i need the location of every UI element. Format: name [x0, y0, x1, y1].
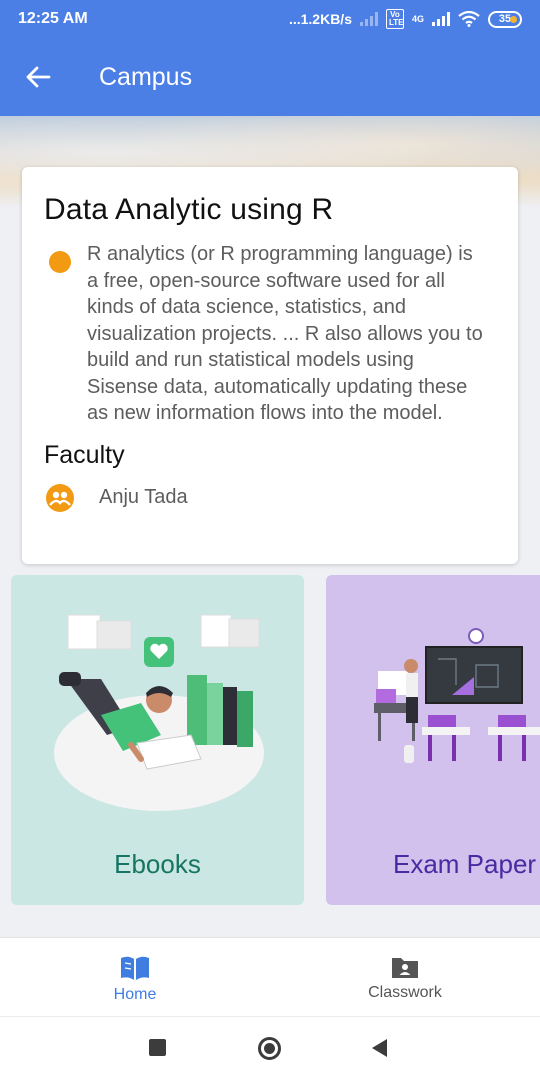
battery-icon: 35: [488, 10, 522, 28]
ebooks-label: Ebooks: [114, 849, 201, 879]
ebooks-tile[interactable]: Ebooks: [11, 575, 304, 905]
classroom-illustration: [374, 628, 540, 763]
faculty-heading: Faculty: [44, 440, 125, 469]
course-description: R analytics (or R programming language) …: [87, 243, 483, 424]
network-speed: ...1.2KB/s: [288, 11, 352, 27]
exam-paper-label: Exam Paper: [393, 849, 537, 879]
nav-item-classwork[interactable]: Classwork: [270, 938, 540, 1016]
arrow-left-icon: [26, 66, 51, 88]
battery-charge-dot: [510, 15, 517, 23]
course-title: Data Analytic using R: [44, 193, 334, 226]
course-card: Data Analytic using R R analytics (or R …: [22, 167, 518, 564]
faculty-group-icon: [46, 483, 74, 512]
faculty-name: Anju Tada: [99, 486, 188, 508]
app-bar: Campus: [0, 38, 540, 116]
wifi-icon: [458, 11, 480, 27]
nav-label-classwork: Classwork: [368, 984, 442, 1001]
course-description-row: R analytics (or R programming language) …: [44, 241, 494, 427]
exam-paper-tile[interactable]: Exam Paper: [326, 575, 540, 905]
nav-item-home[interactable]: Home: [0, 938, 270, 1016]
home-button[interactable]: [258, 1037, 281, 1060]
system-back-button[interactable]: [372, 1039, 387, 1057]
volte-icon: Vo LTE: [385, 9, 404, 29]
reading-person-illustration: [54, 614, 264, 811]
page-title: Campus: [99, 62, 193, 91]
signal-strong-icon: [432, 12, 450, 26]
folder-person-icon: [392, 958, 418, 978]
bottom-navigation: Home Classwork: [0, 937, 540, 1016]
signal-weak-icon: [359, 12, 378, 26]
faculty-row: Anju Tada: [44, 483, 494, 512]
status-icons: ...1.2KB/s Vo LTE 4G 35: [289, 9, 522, 29]
bullet-dot-icon: [49, 251, 71, 273]
nav-label-home: Home: [113, 986, 157, 1003]
status-bar: 12:25 AM ...1.2KB/s Vo LTE 4G 35: [0, 0, 540, 38]
network-type: 4G: [411, 14, 424, 24]
status-time: 12:25 AM: [18, 10, 88, 27]
recent-apps-button[interactable]: [149, 1039, 166, 1056]
back-button[interactable]: [0, 38, 76, 116]
system-navigation-bar: [0, 1016, 540, 1080]
book-open-icon: [121, 956, 149, 980]
